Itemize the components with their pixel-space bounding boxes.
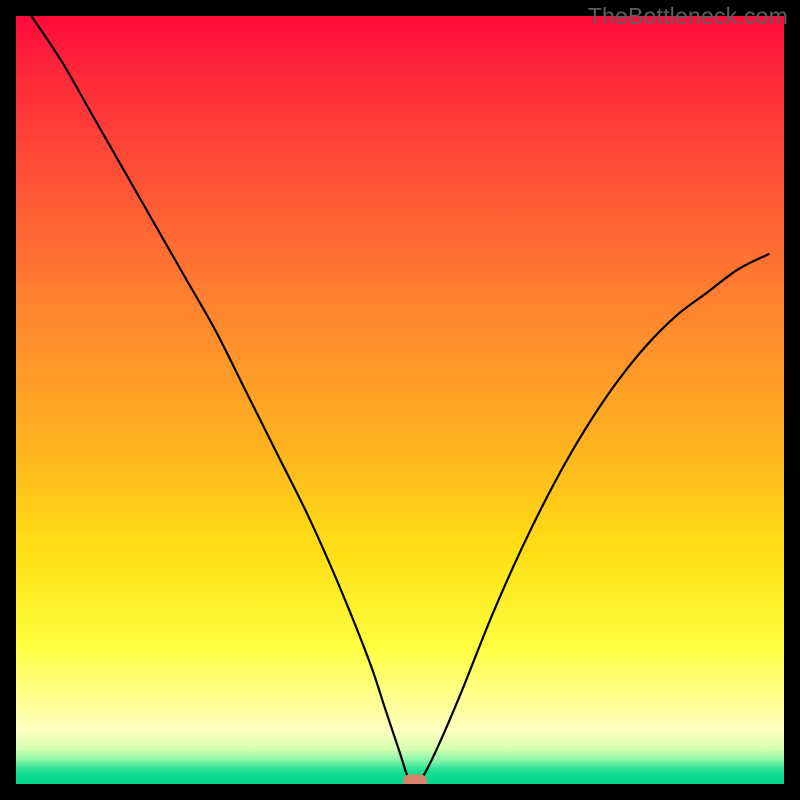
watermark-text: TheBottleneck.com: [588, 3, 788, 30]
plot-area: [16, 16, 784, 784]
bottleneck-curve: [16, 16, 784, 784]
minimum-marker: [403, 775, 427, 785]
chart-container: TheBottleneck.com: [0, 0, 800, 800]
